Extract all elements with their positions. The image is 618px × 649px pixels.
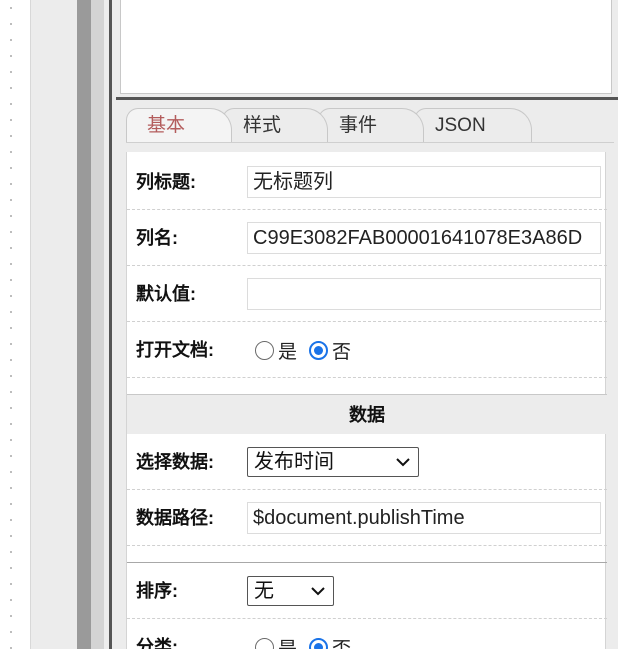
- default-value-input[interactable]: [247, 278, 601, 310]
- category-no-radio[interactable]: [309, 637, 329, 649]
- canvas-margin: [30, 0, 77, 649]
- category-yes-radio[interactable]: [255, 637, 274, 649]
- select-data-dropdown[interactable]: 发布时间: [247, 447, 419, 477]
- open-doc-yes-label[interactable]: 是: [278, 337, 297, 364]
- open-doc-radio-group: 是 否: [255, 322, 363, 378]
- chevron-down-icon: [311, 587, 325, 596]
- data-path-input[interactable]: $document.publishTime: [247, 502, 601, 534]
- open-doc-label: 打开文档:: [136, 340, 214, 360]
- category-label: 分类:: [136, 637, 178, 649]
- tab-style[interactable]: 样式: [222, 108, 328, 142]
- row-default-value: 默认值:: [127, 266, 607, 322]
- properties-panel: JSON 事件 样式 基本 列标题: 无标题列 列名: C99E3082FAB0…: [112, 0, 618, 649]
- canvas-grid-dots: [10, 0, 12, 649]
- sort-value: 无: [254, 580, 274, 602]
- category-no-label[interactable]: 否: [332, 634, 351, 649]
- row-column-name: 列名: C99E3082FAB00001641078E3A86D: [127, 210, 607, 266]
- tab-basic[interactable]: 基本: [126, 108, 232, 142]
- column-title-label: 列标题:: [136, 172, 196, 192]
- pane-splitter[interactable]: [77, 0, 91, 649]
- design-canvas: [0, 0, 30, 649]
- basic-form: 列标题: 无标题列 列名: C99E3082FAB00001641078E3A8…: [126, 152, 607, 649]
- open-doc-no-radio[interactable]: [309, 340, 329, 360]
- row-open-doc: 打开文档: 是 否: [127, 322, 607, 378]
- chevron-down-icon: [396, 458, 410, 467]
- category-yes-label[interactable]: 是: [278, 634, 297, 649]
- row-category: 分类: 是 否: [127, 619, 607, 649]
- row-sort: 排序: 无: [127, 563, 607, 619]
- select-data-label: 选择数据:: [136, 452, 214, 472]
- property-tabs: JSON 事件 样式 基本: [126, 108, 606, 142]
- tab-events[interactable]: 事件: [318, 108, 424, 142]
- pane-splitter-shade: [91, 0, 104, 649]
- open-doc-no-label[interactable]: 否: [332, 337, 351, 364]
- panel-separator[interactable]: [116, 97, 618, 100]
- default-value-label: 默认值:: [136, 284, 196, 304]
- row-column-title: 列标题: 无标题列: [127, 154, 607, 210]
- tab-json[interactable]: JSON: [414, 108, 532, 142]
- row-select-data: 选择数据: 发布时间: [127, 434, 607, 490]
- data-section-header: 数据: [127, 394, 607, 434]
- column-name-label: 列名:: [136, 228, 178, 248]
- column-title-input[interactable]: 无标题列: [247, 166, 601, 198]
- data-path-label: 数据路径:: [136, 508, 214, 528]
- category-radio-group: 是 否: [255, 619, 363, 649]
- sort-dropdown[interactable]: 无: [247, 576, 334, 606]
- sort-label: 排序:: [136, 581, 178, 601]
- row-data-path: 数据路径: $document.publishTime: [127, 490, 607, 546]
- preview-area: [120, 0, 612, 94]
- select-data-value: 发布时间: [254, 451, 334, 473]
- open-doc-yes-radio[interactable]: [255, 340, 274, 360]
- column-name-input[interactable]: C99E3082FAB00001641078E3A86D: [247, 222, 601, 254]
